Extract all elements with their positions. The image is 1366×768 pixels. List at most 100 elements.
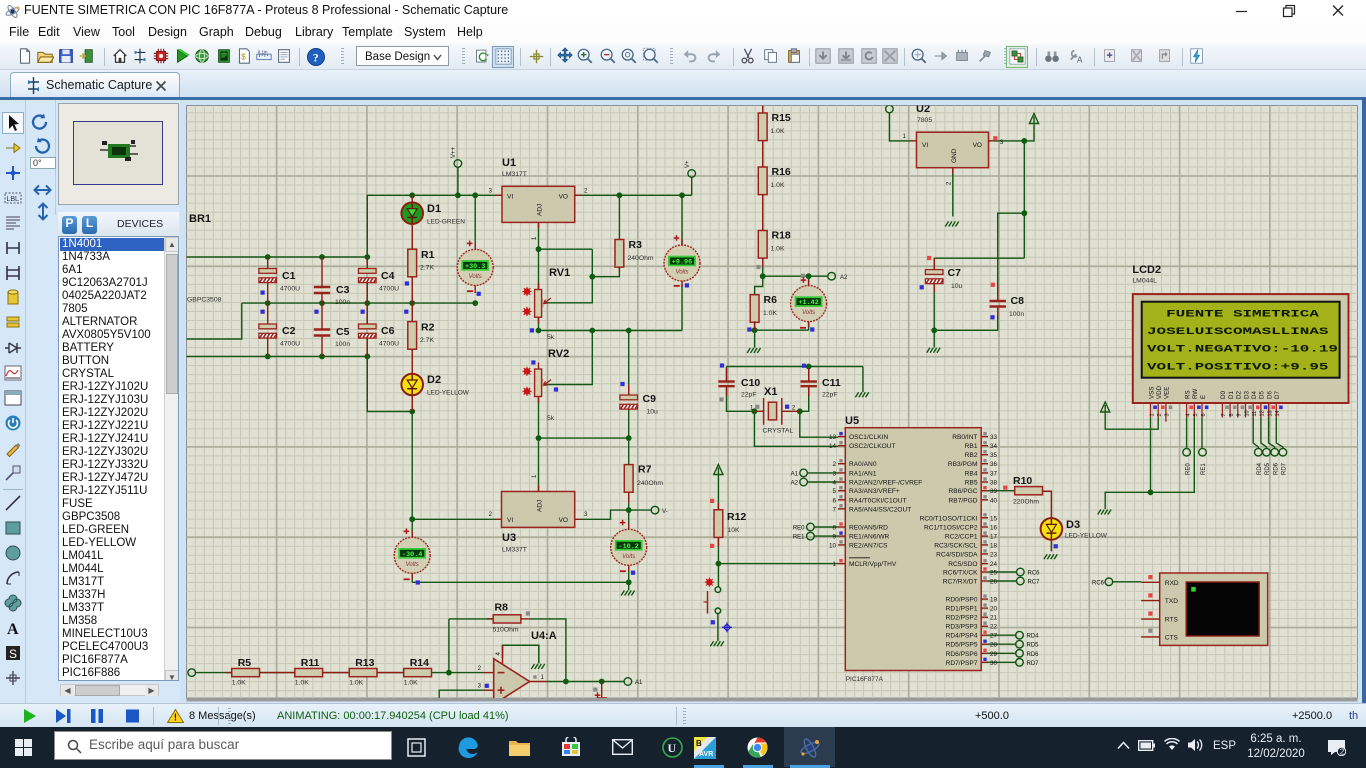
svg-text:13: 13	[1267, 410, 1273, 416]
svg-text:1: 1	[832, 561, 836, 568]
svg-text:RB3/PGM: RB3/PGM	[948, 461, 978, 468]
svg-text:3: 3	[832, 470, 836, 477]
svg-text:LED-YELLOW: LED-YELLOW	[1065, 533, 1108, 540]
svg-text:9: 9	[832, 534, 836, 541]
svg-text:29: 29	[990, 651, 998, 658]
svg-text:RE0: RE0	[793, 526, 805, 532]
svg-text:RV1: RV1	[549, 267, 570, 279]
svg-text:ADJ: ADJ	[537, 204, 544, 216]
svg-text:2: 2	[832, 461, 836, 468]
svg-text:RD5: RD5	[1265, 462, 1271, 475]
svg-text:RB1: RB1	[965, 443, 978, 450]
svg-text:7: 7	[1221, 413, 1227, 416]
svg-text:E: E	[1200, 395, 1207, 399]
svg-text:-30.4: -30.4	[402, 551, 422, 559]
svg-text:Volts: Volts	[802, 310, 815, 316]
svg-text:RD7/PSP7: RD7/PSP7	[946, 660, 978, 667]
svg-text:+30.3: +30.3	[465, 263, 485, 271]
svg-text:1.0K: 1.0K	[763, 310, 777, 317]
svg-text:RD6: RD6	[1273, 462, 1279, 475]
svg-text:RD4/PSP4: RD4/PSP4	[946, 633, 978, 640]
svg-text:17: 17	[990, 534, 998, 541]
svg-text:3: 3	[1165, 413, 1171, 416]
svg-text:14: 14	[829, 443, 837, 450]
svg-text:C5: C5	[336, 326, 350, 338]
svg-text:A: A	[1077, 55, 1083, 64]
svg-text:33: 33	[990, 434, 998, 441]
svg-text:34: 34	[990, 443, 998, 450]
svg-text:RTS: RTS	[1165, 617, 1179, 624]
svg-text:VO: VO	[973, 142, 982, 149]
svg-text:100n: 100n	[335, 341, 350, 348]
svg-text:1.0K: 1.0K	[232, 680, 246, 687]
svg-text:U3: U3	[502, 532, 516, 544]
svg-text:9: 9	[1237, 413, 1243, 416]
svg-text:7805: 7805	[917, 117, 932, 124]
svg-text:D1: D1	[427, 203, 441, 215]
svg-text:V++: V++	[451, 146, 457, 158]
svg-text:D3: D3	[1066, 519, 1080, 531]
svg-text:RE1: RE1	[793, 535, 805, 541]
svg-text:4: 4	[832, 480, 836, 487]
svg-text:2: 2	[1157, 413, 1163, 416]
svg-text:VI: VI	[507, 194, 513, 201]
svg-text:R6: R6	[764, 294, 778, 306]
svg-text:26: 26	[990, 579, 998, 586]
svg-text:R13: R13	[355, 657, 374, 669]
svg-text:10K: 10K	[728, 527, 741, 534]
svg-text:RV2: RV2	[548, 348, 569, 360]
svg-text:1: 1	[1149, 413, 1155, 416]
svg-text:RB4: RB4	[965, 470, 978, 477]
svg-text:RC1/T1OSI/CCP2: RC1/T1OSI/CCP2	[924, 525, 978, 532]
svg-text:RA5/AN4/SS/C2OUT: RA5/AN4/SS/C2OUT	[849, 506, 911, 513]
svg-text:RS: RS	[1184, 390, 1191, 399]
svg-text:PIC16F877A: PIC16F877A	[846, 676, 884, 683]
svg-text:!: !	[174, 713, 177, 724]
svg-text:RC4/SDI/SDA: RC4/SDI/SDA	[936, 551, 978, 558]
svg-text:LED-GREEN: LED-GREEN	[427, 219, 465, 226]
svg-text:RD2/PSP2: RD2/PSP2	[946, 615, 978, 622]
svg-text:U2: U2	[916, 103, 930, 115]
svg-text:D1: D1	[1228, 391, 1235, 399]
svg-text:C11: C11	[822, 377, 841, 389]
svg-text:R12: R12	[727, 511, 746, 523]
svg-text:RC5/SDO: RC5/SDO	[948, 561, 977, 568]
svg-text:D5: D5	[1259, 391, 1266, 399]
svg-text:VDD: VDD	[1156, 385, 1163, 399]
svg-text:VEE: VEE	[1164, 387, 1171, 399]
svg-text:35: 35	[990, 452, 998, 459]
svg-text:18: 18	[990, 542, 998, 549]
svg-text:7: 7	[832, 506, 836, 513]
svg-text:39: 39	[990, 488, 998, 495]
svg-text:28: 28	[990, 642, 998, 649]
svg-text:RA1/AN1: RA1/AN1	[849, 470, 877, 477]
svg-text:30: 30	[990, 660, 998, 667]
svg-text:RE2/AN7/CS: RE2/AN7/CS	[849, 542, 888, 549]
svg-text:VO: VO	[559, 194, 568, 201]
svg-text:RE0/AN5/RD: RE0/AN5/RD	[849, 525, 888, 532]
svg-text:40: 40	[990, 497, 998, 504]
svg-text:V-: V-	[662, 509, 668, 515]
svg-text:100n: 100n	[335, 299, 350, 306]
svg-text:LM317T: LM317T	[502, 171, 527, 178]
svg-text:RB0/INT: RB0/INT	[952, 434, 977, 441]
svg-text:4700U: 4700U	[280, 286, 300, 293]
svg-text:22pF: 22pF	[741, 392, 757, 399]
svg-text:U1: U1	[502, 157, 516, 169]
svg-text:5k: 5k	[547, 334, 555, 341]
svg-text:1.0K: 1.0K	[771, 182, 785, 189]
svg-text:RA3/AN3/VREF+: RA3/AN3/VREF+	[849, 488, 900, 495]
svg-text:6: 6	[832, 497, 836, 504]
svg-text:RD3/PSP3: RD3/PSP3	[946, 624, 978, 631]
svg-text:VSS: VSS	[1148, 387, 1155, 399]
svg-text:1.0K: 1.0K	[771, 128, 785, 135]
svg-text:R14: R14	[410, 657, 429, 669]
svg-text:1.0K: 1.0K	[349, 680, 363, 687]
svg-text:240Ohm: 240Ohm	[628, 255, 654, 262]
svg-text:22pF: 22pF	[822, 392, 838, 399]
svg-text:A1: A1	[635, 680, 643, 686]
svg-text:RD4: RD4	[1257, 462, 1263, 475]
svg-text:D6: D6	[1266, 391, 1273, 399]
svg-text:22: 22	[990, 624, 998, 631]
svg-text:A2: A2	[791, 481, 799, 487]
